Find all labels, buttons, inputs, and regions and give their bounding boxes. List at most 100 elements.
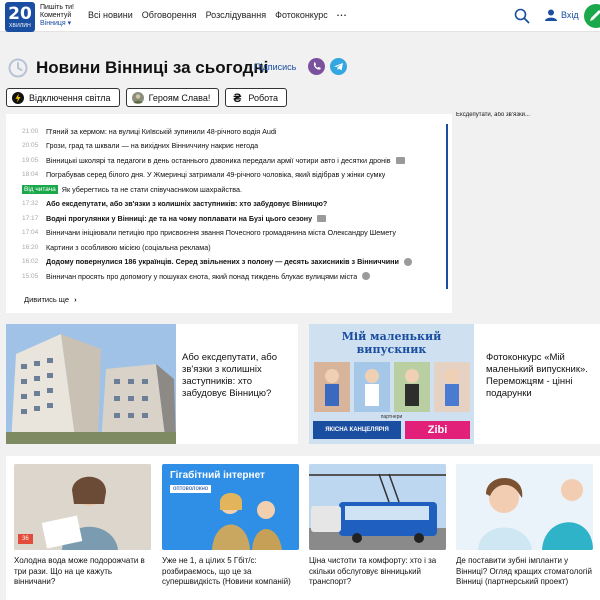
telegram-icon[interactable]: [330, 58, 347, 75]
news-time: 17:17: [22, 214, 39, 222]
camera-icon: [317, 214, 327, 222]
nav-all-news[interactable]: Всі новини: [88, 10, 133, 20]
news-headline: Пограбував серед білого дня. У Жмеринці …: [46, 170, 386, 180]
news-feed-item[interactable]: 18:04 Пограбував серед білого дня. У Жмер…: [22, 168, 442, 183]
login-label: Вхід: [561, 10, 579, 20]
news-feed-item[interactable]: 17:04 Вінничани ініціювали петицію про пр…: [22, 226, 442, 241]
grid-card-dental[interactable]: Де поставити зубні імпланти у Вінниці? О…: [456, 464, 593, 588]
chip-jobs[interactable]: ₴ Робота: [225, 88, 287, 107]
grid-image: [456, 464, 593, 550]
news-feed-item[interactable]: 17:17 Водні прогулянки у Вінниці: де та н…: [22, 211, 442, 226]
see-more-link[interactable]: Дивитись ще: [24, 295, 77, 304]
grid-image: 36: [14, 464, 151, 550]
news-feed-item[interactable]: 20:05 Грози, град та шквали — на вихідних…: [22, 139, 442, 154]
play-icon: [403, 257, 412, 266]
partner-logo-zibi: Zibi: [405, 421, 470, 439]
news-time: 15:05: [22, 272, 39, 280]
chip-power-outages[interactable]: Відключення світла: [6, 88, 120, 107]
grid-card-gigabit[interactable]: Гігабітний інтернет оптоволокно Уже не 1…: [162, 464, 299, 588]
news-feed-item[interactable]: 17:32 Або ексдепутати, або зв'язки з коли…: [22, 197, 442, 212]
site-header: 20 ХВИЛИН Пишіть ти! Коментуй Вінниця Вс…: [0, 0, 600, 32]
grid-image: Гігабітний інтернет оптоволокно: [162, 464, 299, 550]
news-grid: 36 Холодна вода може подорожчати в три р…: [6, 456, 600, 600]
chip-glory-to-heroes[interactable]: Героям Слава!: [125, 88, 220, 107]
nav-investigations[interactable]: Розслідування: [206, 10, 267, 20]
news-feed-item[interactable]: Від читача Як уберегтись та не стати спів…: [22, 182, 442, 197]
nav-photo-contest[interactable]: Фотоконкурс: [275, 10, 328, 20]
grid-card-transport[interactable]: Ціна чистоти та комфорту: хто і за скіль…: [309, 464, 446, 588]
news-feed-item[interactable]: 21:00 П'яний за кермом: на вулиці Київськ…: [22, 124, 442, 139]
news-feed-item[interactable]: 16:20 Картини з особливою місією (соціаль…: [22, 240, 442, 255]
news-time: 20:05: [22, 142, 39, 150]
partner-logo-kancelyaria: ЯКІСНА КАНЦЕЛЯРІЯ: [313, 421, 401, 439]
news-headline: Грози, град та шквали — на вихідних Вінн…: [46, 141, 259, 151]
banner-title-line-1: Мій маленький: [341, 330, 442, 343]
news-feed: 21:00 П'яний за кермом: на вулиці Київськ…: [6, 114, 452, 313]
news-time: 16:20: [22, 243, 39, 251]
grid-card-title: Де поставити зубні імпланти у Вінниці? О…: [456, 556, 592, 586]
feed-scrollbar[interactable]: [446, 124, 448, 289]
city-selector[interactable]: Вінниця: [40, 20, 74, 28]
tagline-line-2: Коментуй: [40, 12, 72, 19]
news-feed-item[interactable]: 15:05 Вінничан просять про допомогу у пош…: [22, 269, 442, 284]
chip-label: Героям Слава!: [148, 92, 211, 103]
news-time: 16:02: [22, 258, 39, 266]
news-headline: Картини з особливою місією (соціальна ре…: [46, 242, 211, 252]
feature-card-title: Фотоконкурс «Мій маленький випускник». П…: [486, 352, 588, 399]
news-headline: Або ексдепутати, або зв'язки з колишніх …: [46, 199, 328, 209]
children-photos: [314, 362, 470, 412]
hryvnia-icon: ₴: [233, 90, 242, 105]
news-feed-item[interactable]: 16:02 Додому повернулися 186 українців. С…: [22, 255, 442, 270]
user-icon: [545, 9, 557, 21]
comments-count-badge: 36: [18, 534, 33, 544]
partners-label: партнери: [380, 414, 403, 420]
nav-more-button[interactable]: ...: [337, 8, 348, 20]
main-nav: Всі новини Обговорення Розслідування Фот…: [88, 8, 348, 20]
quick-links: Відключення світла Героям Слава! ₴ Робот…: [6, 88, 287, 107]
feature-card-photo-contest[interactable]: Мій маленький випускник партнери ЯКІСНА …: [309, 324, 600, 444]
reader-badge: Від читача: [22, 184, 58, 194]
feature-card-title: Або ексдепутати, або зв'язки з колишніх …: [182, 352, 277, 399]
news-feed-item[interactable]: 19:05 Вінницькі школярі та педагоги в ден…: [22, 153, 442, 168]
side-peek-text: Ексдепутати, або зв'язки...: [456, 112, 530, 118]
feature-card-builders[interactable]: Або ексдепутати, або зв'язки з колишніх …: [6, 324, 298, 444]
news-headline: Водні прогулянки у Вінниці: де та на чом…: [46, 213, 313, 223]
search-icon[interactable]: [514, 8, 530, 24]
grid-card-cold-water[interactable]: 36 Холодна вода може подорожчати в три р…: [14, 464, 151, 588]
chip-label: Відключення світла: [29, 92, 111, 103]
viber-icon[interactable]: [308, 58, 325, 75]
news-time: 19:05: [22, 156, 39, 164]
logo[interactable]: 20 ХВИЛИН: [5, 2, 35, 32]
news-headline: Вінницькі школярі та педагоги в день ост…: [46, 155, 391, 165]
news-feed-list: 21:00 П'яний за кермом: на вулиці Київськ…: [22, 124, 442, 284]
tagline: Пишіть ти! Коментуй Вінниця: [40, 4, 74, 28]
news-headline: Додому повернулися 186 українців. Серед …: [46, 257, 399, 267]
grid-card-title: Уже не 1, а цілих 5 Гбіт/с: розбираємось…: [162, 556, 291, 586]
page-title: Новини Вінниці за сьогодні: [36, 58, 269, 77]
news-time: 21:00: [22, 127, 39, 135]
logo-number: 20: [8, 4, 32, 24]
page-title-row: Новини Вінниці за сьогодні: [8, 56, 268, 80]
grid-card-title: Холодна вода може подорожчати в три рази…: [14, 556, 145, 586]
soldier-avatar-icon: [131, 91, 144, 104]
play-icon: [362, 272, 371, 281]
news-time: 17:04: [22, 229, 39, 237]
news-headline: П'яний за кермом: на вулиці Київській зу…: [46, 126, 277, 136]
camera-icon: [395, 156, 405, 164]
news-headline: Як уберегтись та не стати співучасником …: [61, 184, 242, 194]
buildings-image: [6, 324, 176, 444]
tagline-line-1: Пишіть ти!: [40, 4, 74, 11]
logo-sub: ХВИЛИН: [9, 23, 31, 29]
grid-image: [309, 464, 446, 550]
news-time: 18:04: [22, 171, 39, 179]
news-headline: Вінничани ініціювали петицію про присвоє…: [46, 228, 396, 238]
clock-icon: [8, 58, 28, 78]
grid-card-title: Ціна чистоти та комфорту: хто і за скіль…: [309, 556, 437, 586]
subscribe-link[interactable]: Підписись: [254, 62, 296, 72]
pencil-icon: [590, 10, 600, 21]
news-time: 17:32: [22, 200, 39, 208]
add-news-button[interactable]: [584, 4, 600, 28]
chip-label: Робота: [248, 92, 278, 103]
login-button[interactable]: Вхід: [545, 9, 579, 21]
nav-discussions[interactable]: Обговорення: [142, 10, 197, 20]
